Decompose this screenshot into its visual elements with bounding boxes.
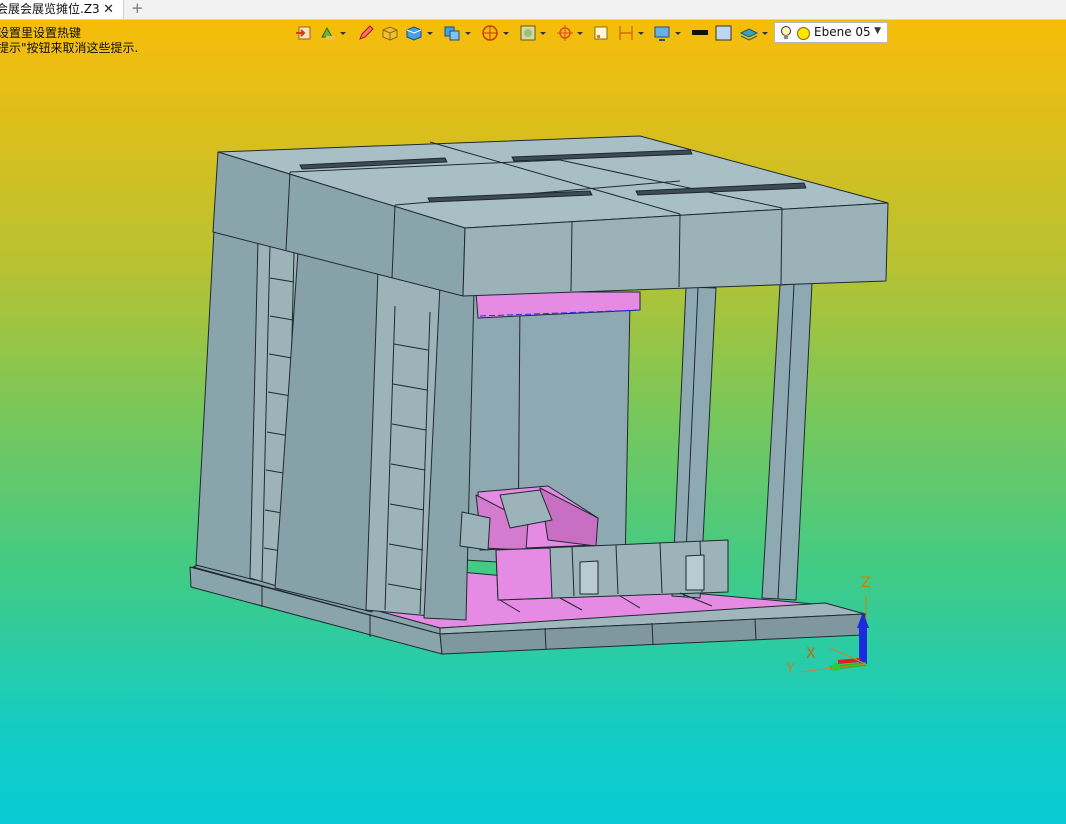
viewport-3d[interactable]: [0, 0, 1066, 824]
side-table: [459, 511, 491, 551]
right-pillar-2: [761, 282, 813, 601]
axis-label-z: Z: [861, 575, 871, 591]
axis-label-y: Y: [786, 661, 795, 677]
axis-label-x: X: [806, 646, 816, 662]
